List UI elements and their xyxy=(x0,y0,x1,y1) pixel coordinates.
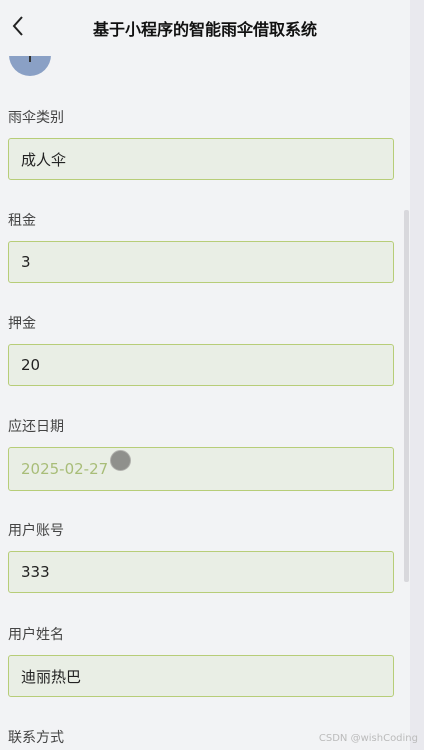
category-label: 雨伞类别 xyxy=(8,110,64,126)
username-label: 用户姓名 xyxy=(8,627,64,643)
page-title: 基于小程序的智能雨伞借取系统 xyxy=(92,20,317,39)
watermark: CSDN @wishCoding xyxy=(318,733,418,744)
contact-label: 联系方式 xyxy=(8,730,64,746)
scrollbar[interactable] xyxy=(404,210,409,582)
rent-label: 租金 xyxy=(8,213,36,229)
app-screen: 基于小程序的智能雨伞借取系统 雨伞类别 成人伞 租金 3 押金 20 应还日期 … xyxy=(0,0,410,750)
username-input[interactable]: 迪丽热巴 xyxy=(8,655,394,697)
category-input[interactable]: 成人伞 xyxy=(8,138,394,180)
deposit-label: 押金 xyxy=(8,316,36,332)
deposit-input[interactable]: 20 xyxy=(8,344,394,386)
touch-cursor-indicator xyxy=(110,450,131,471)
account-input[interactable]: 333 xyxy=(8,551,394,593)
due-date-label: 应还日期 xyxy=(8,419,64,435)
account-label: 用户账号 xyxy=(8,523,64,539)
due-date-picker[interactable]: 2025-02-27 xyxy=(8,447,394,491)
nav-bar: 基于小程序的智能雨伞借取系统 xyxy=(0,0,410,56)
rent-input[interactable]: 3 xyxy=(8,241,394,283)
